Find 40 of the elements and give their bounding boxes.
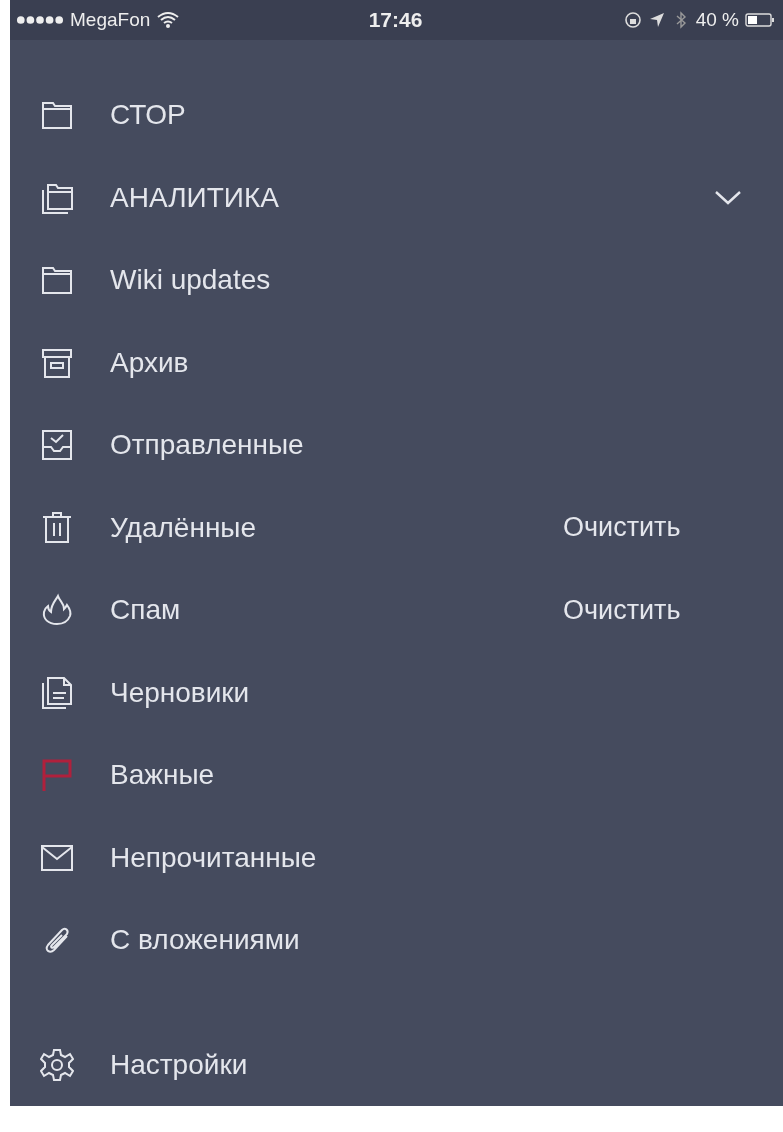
folder-item[interactable]: Архив <box>10 321 783 404</box>
battery-percent: 40 % <box>695 9 739 31</box>
folder-name: АНАЛИТИКА <box>110 181 280 214</box>
folder-name: С вложениями <box>110 924 301 957</box>
wifi-icon <box>156 11 181 29</box>
carrier-name: MegaFon <box>70 9 151 31</box>
inbox-check-icon <box>40 428 74 463</box>
folder-item[interactable]: Удалённые Очистить <box>10 486 783 569</box>
folder-item[interactable]: Важные <box>10 734 783 817</box>
settings-item[interactable]: Настройки <box>10 1023 783 1106</box>
folder-name: Архив <box>110 346 190 379</box>
folder-name: Удалённые <box>110 511 258 544</box>
documents-icon <box>40 675 74 710</box>
folder-name: Спам <box>110 594 182 627</box>
folder-name: Важные <box>110 759 216 792</box>
folder-item[interactable]: С вложениями <box>10 899 783 982</box>
folder-name: Wiki updates <box>110 264 272 297</box>
folder-item[interactable]: Черновики <box>10 651 783 734</box>
status-time: 17:46 <box>368 8 423 32</box>
battery-icon <box>745 12 775 28</box>
settings-icon <box>40 1047 74 1082</box>
folder-item[interactable]: Отправленные <box>10 404 783 487</box>
flag-icon <box>40 758 74 793</box>
folder-name: Отправленные <box>110 429 305 462</box>
flame-icon <box>40 593 74 628</box>
clear-link[interactable]: Очистить <box>563 594 743 626</box>
folder-item[interactable]: СТОР <box>10 74 783 157</box>
rotation-lock-icon <box>623 11 642 29</box>
settings-label: Настройки <box>110 1048 249 1081</box>
chevron-icon[interactable] <box>713 188 743 207</box>
folder-item[interactable]: Wiki updates <box>10 239 783 322</box>
trash-icon <box>40 510 74 545</box>
signal-icon <box>16 14 64 26</box>
clear-link[interactable]: Очистить <box>563 512 743 544</box>
folder-name: Непрочитанные <box>110 841 318 874</box>
folder-item[interactable]: АНАЛИТИКА <box>10 156 783 239</box>
folder-name: СТОР <box>110 99 187 132</box>
folder-item[interactable]: Спам Очистить <box>10 569 783 652</box>
folder-item[interactable]: Непрочитанные <box>10 816 783 899</box>
folder-name: Черновики <box>110 676 251 709</box>
